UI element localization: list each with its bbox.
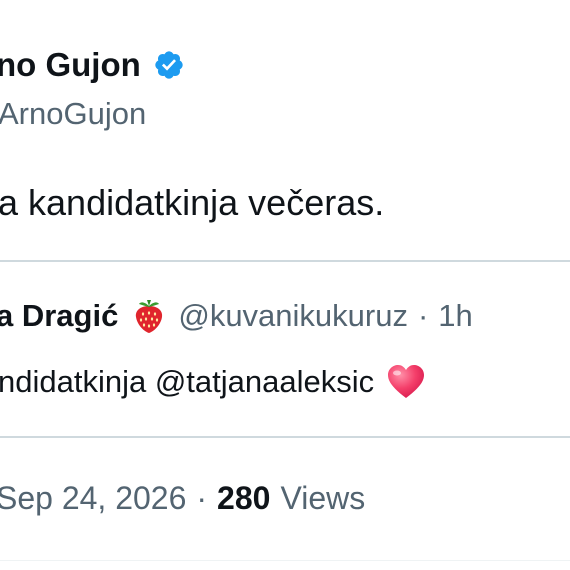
quoted-author-handle[interactable]: @kuvanikukuruz xyxy=(178,298,408,334)
tweet-meta: Sep 24, 2026 · 280 Views xyxy=(0,480,365,517)
author-handle[interactable]: ArnoGujon xyxy=(0,96,146,132)
bottom-divider xyxy=(0,560,570,561)
quoted-author-name[interactable]: a Dragić xyxy=(0,298,118,334)
heart-emoji-icon xyxy=(388,365,425,398)
quoted-timestamp[interactable]: 1h xyxy=(438,298,472,334)
author-name[interactable]: no Gujon xyxy=(0,46,141,84)
quoted-tweet-text: ndidatkinja @tatjanaaleksic xyxy=(0,364,375,399)
views-label: Views xyxy=(280,480,366,516)
quote-divider-top xyxy=(0,260,570,262)
tweet-text: a kandidatkinja večeras. xyxy=(0,182,385,223)
tweet-date[interactable]: Sep 24, 2026 xyxy=(0,480,186,517)
meta-separator: · xyxy=(196,480,208,516)
quoted-tweet-header[interactable]: a Dragić @kuvanikukuruz · 1h xyxy=(0,298,473,334)
verified-badge-icon xyxy=(155,51,183,79)
author-name-row[interactable]: no Gujon xyxy=(0,46,185,84)
strawberry-emoji-icon xyxy=(136,300,163,333)
views-count: 280 xyxy=(217,480,271,516)
quote-divider-bottom xyxy=(0,436,570,438)
quoted-tweet-text-row[interactable]: ndidatkinja @tatjanaaleksic xyxy=(0,364,426,400)
quoted-separator: · xyxy=(417,298,429,333)
